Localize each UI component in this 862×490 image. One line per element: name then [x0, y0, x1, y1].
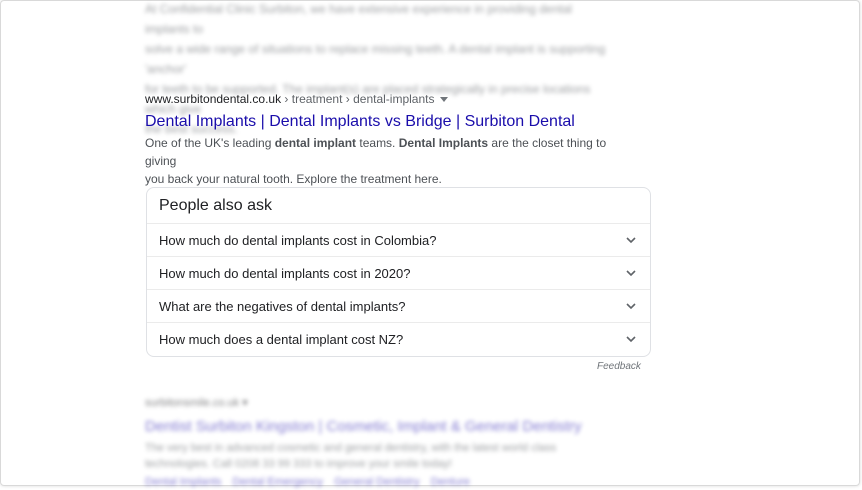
paa-question-text: How much do dental implants cost in Colo… — [159, 232, 437, 248]
sitelink[interactable]: Denture — [431, 476, 470, 488]
result-url[interactable]: surbitonsmile.co.uk ▾ — [145, 396, 615, 410]
paa-question[interactable]: What are the negatives of dental implant… — [147, 289, 650, 322]
chevron-down-icon[interactable] — [626, 235, 636, 245]
dropdown-caret-icon[interactable] — [440, 97, 449, 103]
snippet-text: One of the UK's leading — [145, 136, 275, 150]
next-search-result: surbitonsmile.co.uk ▾ Dentist Surbiton K… — [145, 396, 615, 490]
chevron-down-icon[interactable] — [626, 301, 636, 311]
result-title-link[interactable]: Dentist Surbiton Kingston | Cosmetic, Im… — [145, 414, 615, 440]
snippet-text: teams. — [356, 136, 399, 150]
result-breadcrumbs: › treatment › dental-implants — [281, 92, 435, 106]
sitelink[interactable]: Dental Emergency — [233, 476, 324, 488]
result-snippet: One of the UK's leading dental implant t… — [145, 134, 615, 188]
paa-question-text: What are the negatives of dental implant… — [159, 298, 406, 314]
feedback-link[interactable]: Feedback — [597, 361, 641, 372]
chevron-down-icon[interactable] — [626, 334, 636, 344]
paa-question-text: How much does a dental implant cost NZ? — [159, 331, 404, 347]
sitelink[interactable]: Dental Implants — [145, 476, 221, 488]
result-domain: www.surbitondental.co.uk — [145, 92, 282, 106]
paa-question[interactable]: How much do dental implants cost in Colo… — [147, 223, 650, 256]
snippet-text: you back your natural tooth. Explore the… — [145, 172, 442, 186]
people-also-ask-title: People also ask — [159, 197, 272, 214]
result-url[interactable]: www.surbitondental.co.uk › treatment › d… — [145, 90, 615, 108]
people-also-ask-box: People also ask How much do dental impla… — [146, 187, 651, 357]
snippet-bold: dental implant — [274, 136, 357, 150]
snippet-bold: Dental Implants — [398, 136, 489, 150]
snippet-line: technologies. Call 0208 33 99 333 to imp… — [145, 458, 452, 470]
paa-question[interactable]: How much do dental implants cost in 2020… — [147, 256, 650, 289]
result-title-link[interactable]: Dental Implants | Dental Implants vs Bri… — [145, 110, 615, 134]
paa-question[interactable]: How much does a dental implant cost NZ? — [147, 322, 650, 355]
snippet-line: The very best in advanced cosmetic and g… — [145, 442, 557, 454]
result-domain: surbitonsmile.co.uk — [145, 397, 240, 409]
snippet-line: solve a wide range of situations to repl… — [145, 42, 606, 76]
snippet-line: At Confidential Clinic Surbiton, we have… — [145, 2, 572, 36]
paa-question-text: How much do dental implants cost in 2020… — [159, 265, 411, 281]
chevron-down-icon[interactable] — [626, 268, 636, 278]
sitelink[interactable]: General Dentistry — [334, 476, 420, 488]
search-result: www.surbitondental.co.uk › treatment › d… — [145, 90, 615, 188]
